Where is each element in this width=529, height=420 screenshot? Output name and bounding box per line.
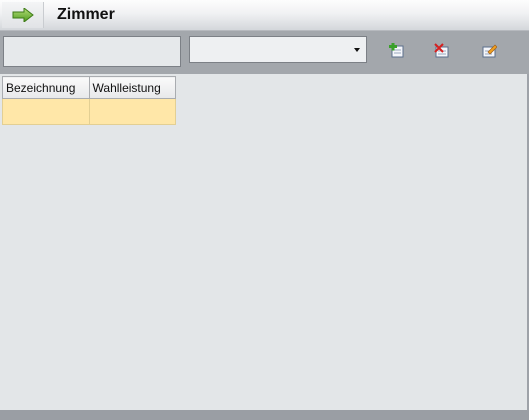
delete-icon xyxy=(434,43,449,58)
column-header-bezeichnung[interactable]: Bezeichnung xyxy=(2,76,90,99)
window: Zimmer Bezeichnung Wahlleistung xyxy=(0,0,529,420)
add-button[interactable] xyxy=(389,42,405,59)
title-icon-button[interactable] xyxy=(2,2,44,28)
data-grid: Bezeichnung Wahlleistung xyxy=(2,76,177,125)
cell-bezeichnung[interactable] xyxy=(2,98,90,125)
filter-input[interactable] xyxy=(3,36,181,67)
edit-button[interactable] xyxy=(481,43,498,59)
arrow-right-icon xyxy=(12,8,34,22)
delete-button[interactable] xyxy=(434,43,450,59)
category-select[interactable] xyxy=(189,36,367,63)
page-title: Zimmer xyxy=(57,6,115,23)
title-bar: Zimmer xyxy=(0,0,529,31)
chevron-down-icon xyxy=(354,48,360,52)
edit-icon xyxy=(482,44,498,58)
add-icon xyxy=(389,42,404,58)
grid-header-row: Bezeichnung Wahlleistung xyxy=(2,76,177,99)
status-bar xyxy=(0,410,529,420)
table-row[interactable] xyxy=(2,98,177,125)
column-header-wahlleistung[interactable]: Wahlleistung xyxy=(88,76,177,99)
cell-wahlleistung[interactable] xyxy=(88,98,177,125)
